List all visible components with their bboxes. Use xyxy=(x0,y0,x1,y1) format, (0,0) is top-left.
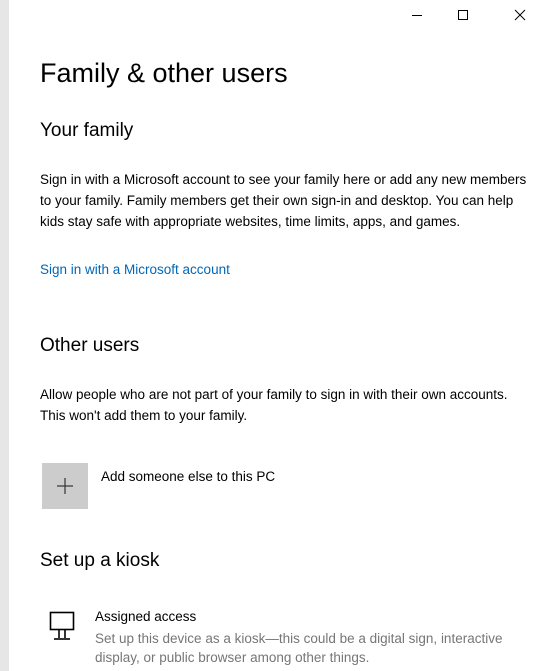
assigned-access-title[interactable]: Assigned access xyxy=(95,609,196,624)
minimize-icon xyxy=(412,15,422,16)
sign-in-microsoft-account-link[interactable]: Sign in with a Microsoft account xyxy=(40,262,230,277)
maximize-icon xyxy=(458,10,468,20)
section-title-your-family: Your family xyxy=(40,120,134,141)
section-title-other-users: Other users xyxy=(40,335,140,356)
add-someone-label[interactable]: Add someone else to this PC xyxy=(101,469,275,484)
kiosk-icon xyxy=(49,611,75,640)
plus-icon xyxy=(57,478,73,494)
family-description: Sign in with a Microsoft account to see … xyxy=(40,172,527,229)
add-someone-button[interactable] xyxy=(42,463,88,509)
page-title: Family & other users xyxy=(40,58,288,88)
section-title-set-up-kiosk: Set up a kiosk xyxy=(40,550,160,571)
close-icon xyxy=(514,9,526,21)
maximize-button[interactable] xyxy=(440,0,486,30)
assigned-access-description: Set up this device as a kiosk—this could… xyxy=(95,631,503,665)
minimize-button[interactable] xyxy=(394,0,440,30)
close-button[interactable] xyxy=(497,0,543,30)
other-users-description: Allow people who are not part of your fa… xyxy=(40,387,508,423)
window-left-edge xyxy=(0,0,9,671)
